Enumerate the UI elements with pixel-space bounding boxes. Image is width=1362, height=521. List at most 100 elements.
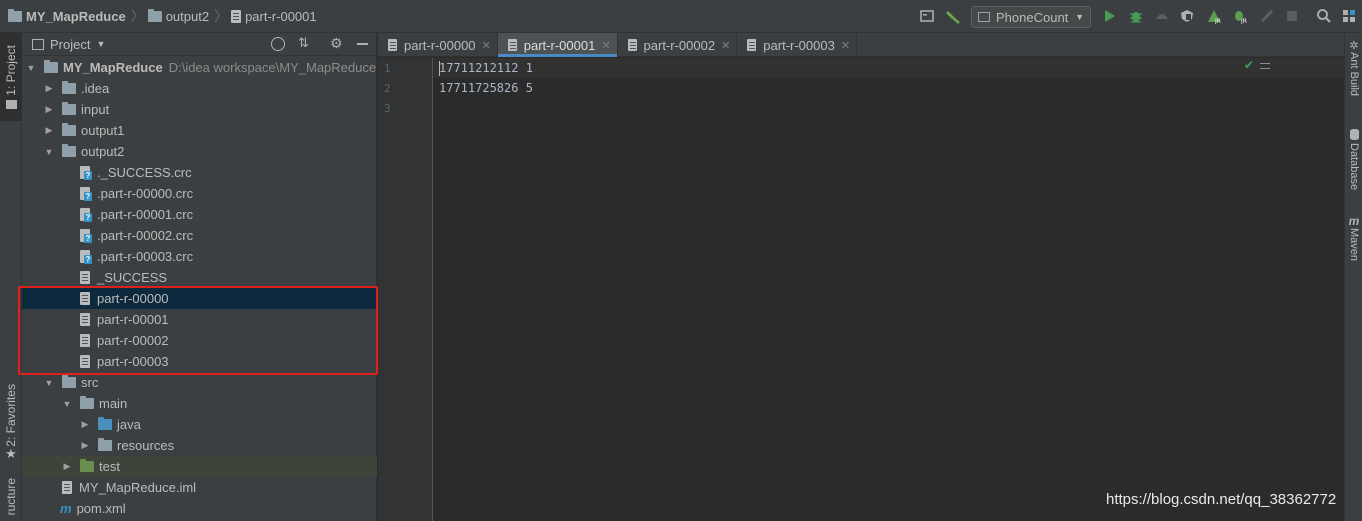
tree-item-pom[interactable]: m pom.xml (22, 498, 377, 519)
editor-tab-part-00002[interactable]: part-r-00002 ✕ (618, 33, 738, 57)
svg-text:JR: JR (1214, 18, 1221, 24)
layout-icon[interactable] (917, 6, 937, 26)
close-icon[interactable]: ✕ (601, 39, 610, 52)
folder-icon (62, 102, 76, 115)
tree-item-label: resources (117, 438, 175, 453)
test-folder-icon (80, 459, 94, 472)
run-icon[interactable] (1100, 6, 1120, 26)
tree-item-main[interactable]: ▼ main (22, 393, 377, 414)
tree-item-test[interactable]: ▶ test (22, 456, 377, 477)
debug-bug-icon[interactable] (1126, 6, 1146, 26)
tree-item-idea[interactable]: ▶ .idea (22, 78, 377, 99)
line-number: 3 (384, 102, 391, 115)
collapsed-arrow-icon[interactable]: ▶ (44, 83, 54, 94)
minimize-icon[interactable] (357, 43, 368, 45)
tree-item-input[interactable]: ▶ input (22, 99, 377, 120)
collapsed-arrow-icon[interactable]: ▶ (80, 440, 90, 451)
folder-icon (62, 375, 76, 388)
tree-item-src[interactable]: ▼ src (22, 372, 377, 393)
tree-item-output1[interactable]: ▶ output1 (22, 120, 377, 141)
jrebel-debug-icon[interactable]: JR (1230, 6, 1250, 26)
unknown-file-icon: ? (80, 166, 92, 180)
tool-tab-favorites[interactable]: 2: Favorites ★ (0, 378, 22, 468)
tree-item-label: output2 (81, 144, 125, 159)
tree-item-label: output1 (81, 123, 125, 138)
tool-tab-maven-label: Maven (1348, 228, 1360, 262)
tree-item-part-00001-crc[interactable]: ? .part-r-00001.crc (22, 204, 377, 225)
folder-icon (62, 144, 76, 157)
tree-item-label: .part-r-00000.crc (97, 186, 194, 201)
code-editor[interactable]: 17711212112 1 17711725826 5 ✔ (434, 58, 1344, 521)
project-view-select[interactable]: Project (50, 37, 90, 52)
resources-folder-icon (98, 438, 112, 451)
tree-item-output2[interactable]: ▼ output2 (22, 141, 377, 162)
unknown-file-icon: ? (80, 250, 92, 264)
code-line[interactable]: 17711212112 1 (439, 61, 533, 75)
expanded-arrow-icon[interactable]: ▼ (44, 147, 54, 157)
inspection-ok-icon[interactable]: ✔ (1244, 58, 1254, 72)
tree-item-java[interactable]: ▶ java (22, 414, 377, 435)
breadcrumb-project-label: MY_MapReduce (26, 8, 126, 24)
tree-item-part-00000-crc[interactable]: ? .part-r-00000.crc (22, 183, 377, 204)
tool-tab-structure-label: ructure (4, 478, 18, 516)
tree-item-success[interactable]: _SUCCESS (22, 267, 377, 288)
unknown-file-icon: ? (80, 229, 92, 243)
expanded-arrow-icon[interactable]: ▼ (62, 399, 72, 409)
chevron-down-icon[interactable]: ▼ (96, 39, 105, 49)
module-folder-icon (44, 60, 58, 73)
jrebel-run-icon[interactable]: JR (1204, 6, 1224, 26)
text-file-icon (388, 39, 397, 51)
tool-tab-project[interactable]: 1: Project (0, 33, 22, 121)
tool-tab-structure[interactable]: ructure (0, 473, 22, 521)
breadcrumb-project[interactable]: MY_MapReduce (0, 0, 128, 33)
tree-item-resources[interactable]: ▶ resources (22, 435, 377, 456)
tool-tab-maven[interactable]: m Maven (1345, 214, 1362, 274)
run-configuration-select[interactable]: PhoneCount ▼ (971, 6, 1091, 28)
build-hammer-icon[interactable] (943, 6, 963, 26)
tree-item-success-crc[interactable]: ? ._SUCCESS.crc (22, 162, 377, 183)
breadcrumb-file[interactable]: part-r-00001 (231, 0, 319, 33)
code-line[interactable]: 17711725826 5 (439, 81, 533, 95)
expanded-arrow-icon[interactable]: ▼ (44, 378, 54, 388)
close-icon[interactable]: ✕ (841, 39, 850, 52)
tree-item-part-00002-crc[interactable]: ? .part-r-00002.crc (22, 225, 377, 246)
coverage-icon[interactable] (1152, 6, 1172, 26)
tree-root-path: D:\idea workspace\MY_MapReduce (168, 60, 377, 75)
folder-icon (62, 123, 76, 136)
profile-icon[interactable] (1177, 6, 1197, 26)
folder-icon (147, 8, 162, 22)
collapse-all-icon[interactable]: ⇅ (298, 35, 309, 51)
editor-tab-part-00001[interactable]: part-r-00001 ✕ (497, 33, 618, 57)
gear-icon[interactable]: ⚙ (330, 35, 343, 52)
tool-tab-ant-build-label: Ant Build (1348, 52, 1360, 97)
editor-tab-part-00003[interactable]: part-r-00003 ✕ (737, 33, 858, 57)
breadcrumb-separator-icon: 〉 (130, 8, 145, 24)
attach-debugger-icon[interactable] (1257, 6, 1277, 26)
locate-target-icon[interactable] (271, 37, 285, 51)
tree-item-iml[interactable]: MY_MapReduce.iml (22, 477, 377, 498)
search-icon[interactable] (1314, 6, 1334, 26)
project-panel-header: Project ▼ ⇅ ⚙ (22, 33, 376, 56)
project-structure-icon[interactable] (1339, 6, 1359, 26)
close-icon[interactable]: ✕ (482, 39, 491, 52)
editor-tab-part-00000[interactable]: part-r-00000 ✕ (378, 33, 498, 57)
project-view-icon (32, 38, 44, 50)
tool-tab-ant-build[interactable]: ✲ Ant Build (1345, 39, 1362, 119)
tool-tab-database[interactable]: Database (1345, 129, 1362, 204)
close-icon[interactable]: ✕ (721, 39, 730, 52)
collapsed-arrow-icon[interactable]: ▶ (44, 104, 54, 115)
collapsed-arrow-icon[interactable]: ▶ (80, 419, 90, 430)
inspection-menu-icon[interactable] (1260, 63, 1270, 69)
unknown-file-icon: ? (80, 208, 92, 222)
collapsed-arrow-icon[interactable]: ▶ (62, 461, 72, 472)
tree-item-label: java (117, 417, 141, 432)
tree-item-label: .part-r-00002.crc (97, 228, 194, 243)
tree-item-part-00003-crc[interactable]: ? .part-r-00003.crc (22, 246, 377, 267)
expanded-arrow-icon[interactable]: ▼ (26, 63, 36, 73)
breadcrumb-folder[interactable]: output2 (147, 0, 211, 33)
editor-tab-label: part-r-00002 (643, 37, 716, 53)
stop-icon[interactable] (1282, 6, 1302, 26)
tree-item-label: test (99, 459, 120, 474)
tree-root[interactable]: ▼ MY_MapReduce D:\idea workspace\MY_MapR… (22, 57, 377, 78)
collapsed-arrow-icon[interactable]: ▶ (44, 125, 54, 136)
